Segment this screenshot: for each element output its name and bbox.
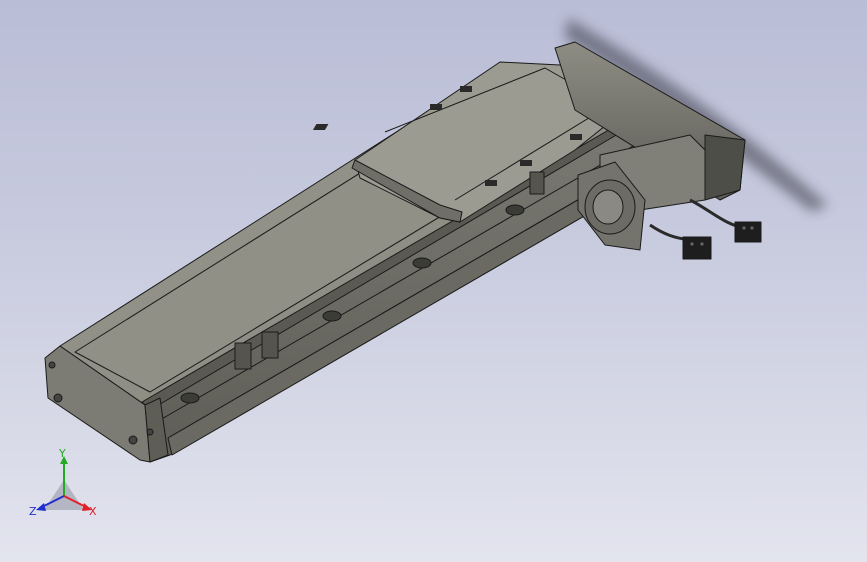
cad-scene[interactable]: Y X Z xyxy=(0,0,867,562)
motor-connector xyxy=(734,221,762,243)
limit-sensor xyxy=(261,331,279,359)
rail-slot xyxy=(505,204,525,216)
end-cap-bolt xyxy=(53,393,63,403)
triad-y-label: Y xyxy=(58,447,66,460)
triad-z-arrow xyxy=(36,503,46,511)
rail-slot xyxy=(412,257,432,269)
limit-sensor xyxy=(234,342,252,370)
end-cap-bolt xyxy=(146,428,154,436)
graphics-viewport[interactable]: Y X Z xyxy=(0,0,867,562)
connector-latch xyxy=(689,241,695,247)
connector-latch xyxy=(749,225,755,231)
motor-rear-flange xyxy=(704,134,746,201)
rail-slot xyxy=(322,310,342,322)
motor-shaft-face-inner xyxy=(592,189,624,225)
triad-z-label: Z xyxy=(29,505,37,518)
encoder-connector xyxy=(682,236,712,260)
end-cap-bolt xyxy=(128,435,138,445)
linear-actuator-model[interactable] xyxy=(44,41,762,463)
limit-sensor xyxy=(529,171,545,195)
rail-slot xyxy=(180,392,200,404)
connector-latch xyxy=(741,225,747,231)
connector-latch xyxy=(699,241,705,247)
end-cap-bolt xyxy=(48,361,56,369)
view-orientation-triad[interactable]: Y X Z xyxy=(29,447,97,518)
triad-x-label: X xyxy=(89,505,97,518)
